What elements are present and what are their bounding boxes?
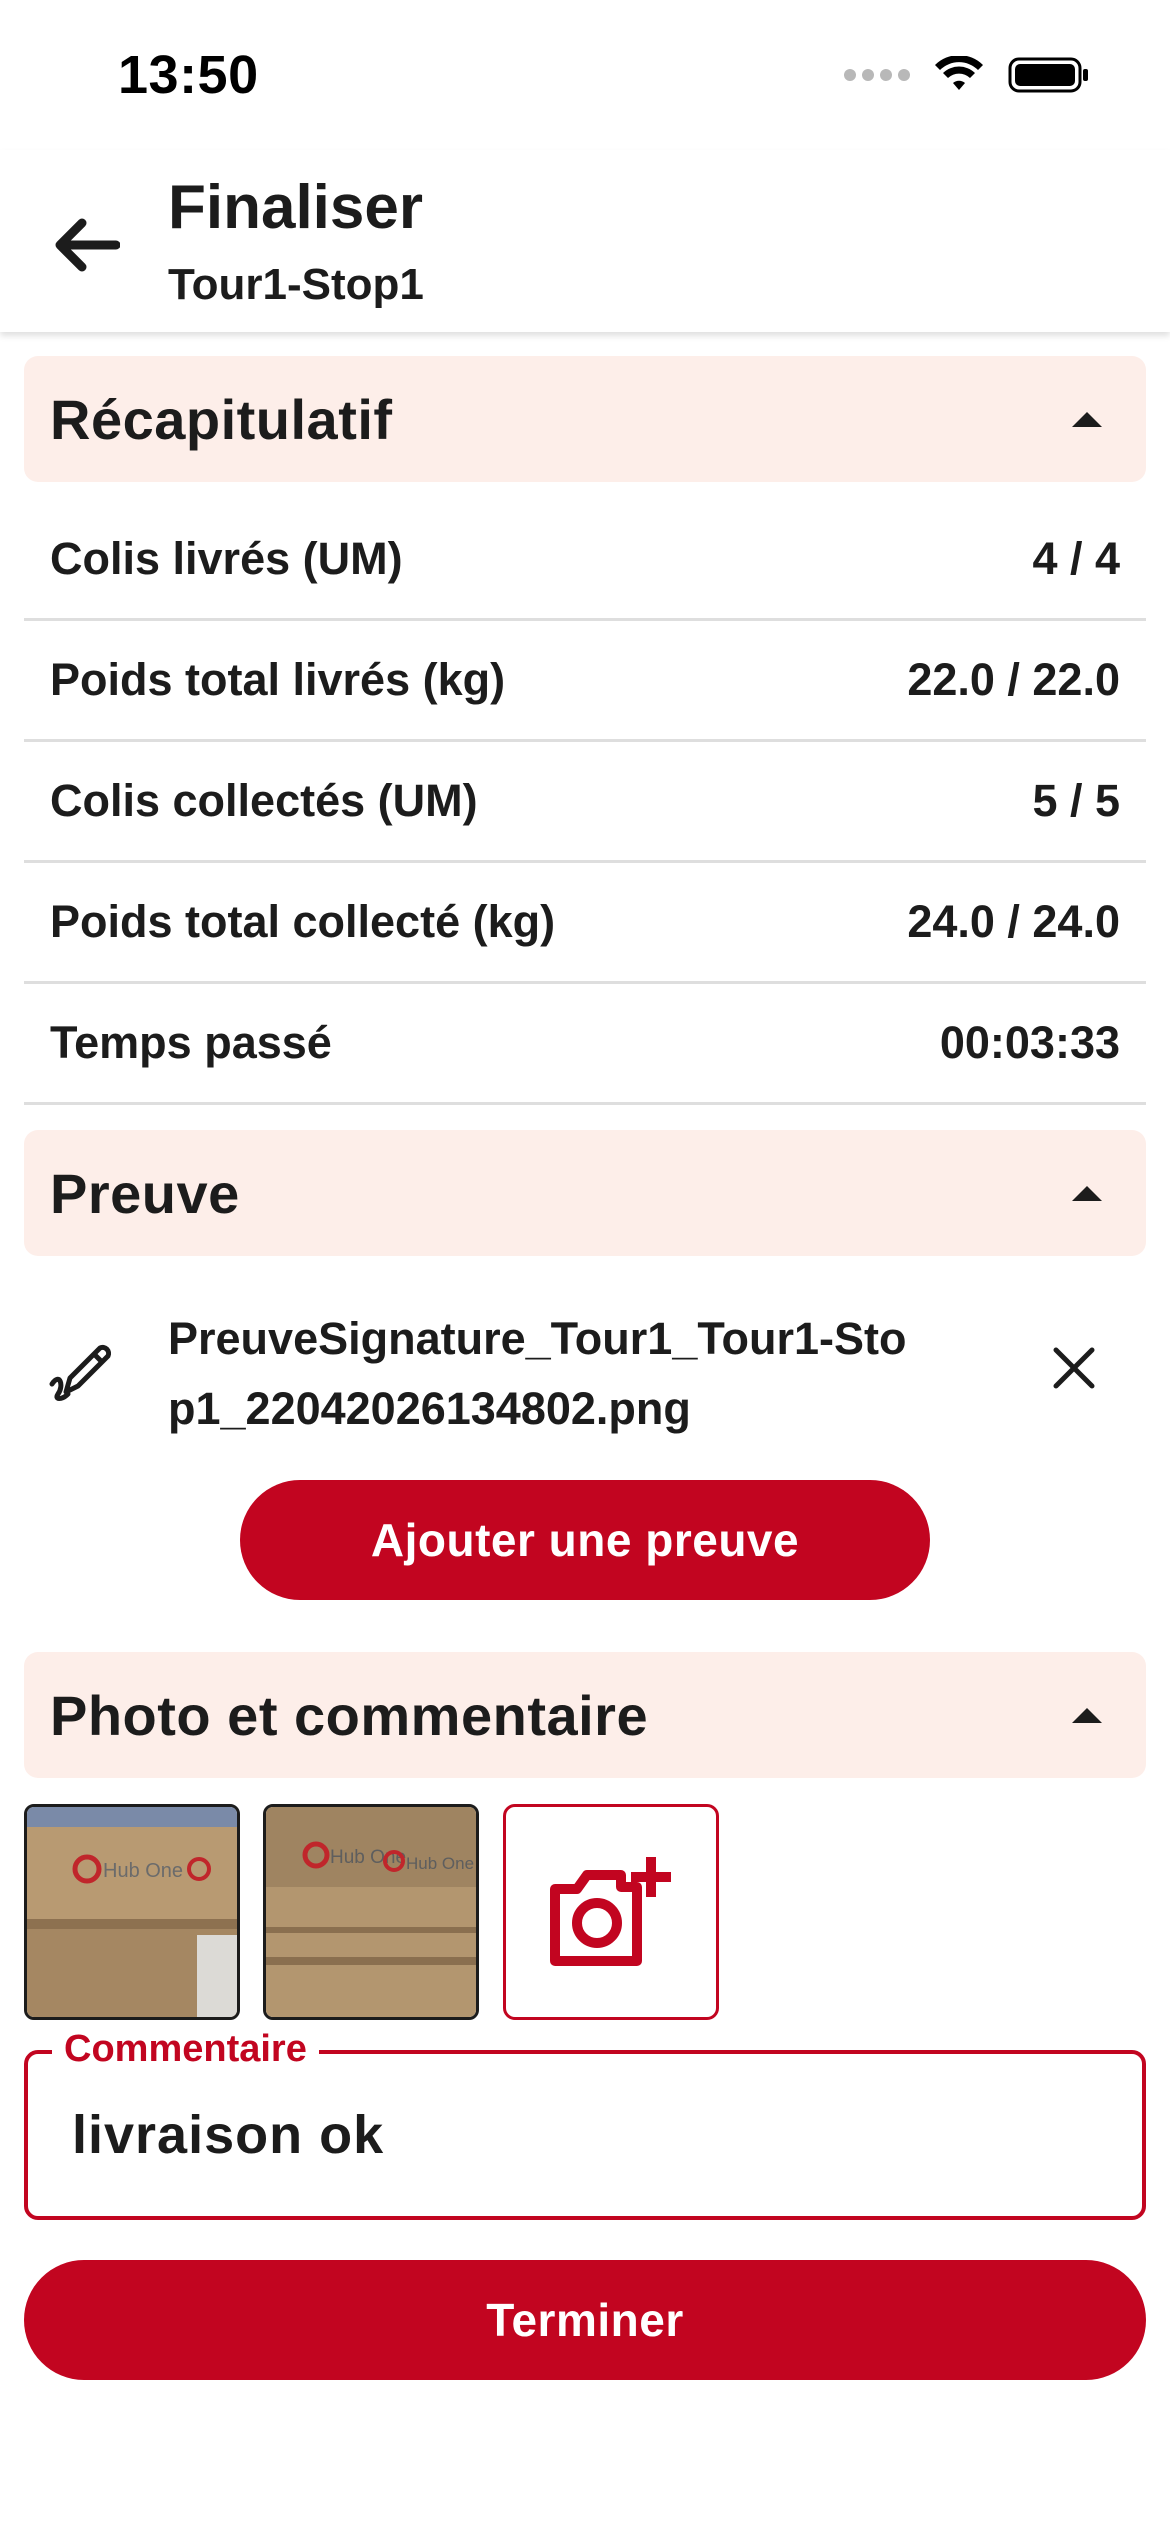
- summary-row: Colis livrés (UM) 4 / 4: [24, 500, 1146, 621]
- summary-value: 00:03:33: [939, 1017, 1120, 1068]
- photo-thumbnail[interactable]: Hub One: [24, 1804, 240, 2020]
- close-icon: [1053, 1347, 1095, 1389]
- wifi-icon: [935, 56, 983, 90]
- box-photo-image: Hub One Hub One: [266, 1807, 476, 2017]
- proof-filename: PreuveSignature_Tour1_Tour1-Stop1_220420…: [168, 1313, 907, 1434]
- comment-label: Commentaire: [52, 2028, 319, 2071]
- photo-thumbnail[interactable]: Hub One Hub One: [263, 1804, 479, 2020]
- remove-proof-button[interactable]: [1044, 1338, 1104, 1398]
- summary-row: Colis collectés (UM) 5 / 5: [24, 742, 1146, 863]
- box-photo-image: Hub One: [27, 1807, 237, 2017]
- chevron-up-icon: [1072, 1185, 1102, 1201]
- summary-label: Temps passé: [50, 1017, 332, 1068]
- finish-button[interactable]: Terminer: [24, 2260, 1146, 2380]
- summary-label: Colis livrés (UM): [50, 533, 403, 584]
- summary-label: Poids total livrés (kg): [50, 654, 506, 705]
- back-button[interactable]: [40, 200, 130, 290]
- chevron-up-icon: [1072, 1707, 1102, 1723]
- summary-value: 5 / 5: [1032, 775, 1120, 826]
- summary-value: 4 / 4: [1032, 533, 1120, 584]
- section-header-photo[interactable]: Photo et commentaire: [24, 1652, 1146, 1778]
- section-title: Récapitulatif: [50, 387, 393, 451]
- section-header-summary[interactable]: Récapitulatif: [24, 356, 1146, 482]
- chevron-up-icon: [1072, 411, 1102, 427]
- section-title: Preuve: [50, 1161, 240, 1225]
- add-photo-button[interactable]: [503, 1804, 719, 2020]
- status-icons: [844, 56, 1090, 94]
- summary-value: 22.0 / 22.0: [907, 654, 1120, 705]
- camera-add-icon: [550, 1857, 671, 1966]
- comment-input[interactable]: livraison ok: [72, 2104, 384, 2166]
- summary-row: Temps passé 00:03:33: [24, 984, 1146, 1105]
- signal-icon: [844, 69, 910, 81]
- add-proof-button[interactable]: Ajouter une preuve: [240, 1480, 930, 1600]
- page-title: Finaliser: [168, 173, 423, 242]
- summary-label: Colis collectés (UM): [50, 775, 478, 826]
- summary-row: Poids total collecté (kg) 24.0 / 24.0: [24, 863, 1146, 984]
- svg-text:Hub One: Hub One: [103, 1860, 183, 1882]
- section-header-proof[interactable]: Preuve: [24, 1130, 1146, 1256]
- proof-file-item: PreuveSignature_Tour1_Tour1-Stop1_220420…: [24, 1298, 1146, 1438]
- page-subtitle: Tour1-Stop1: [168, 260, 424, 309]
- status-bar: 13:50: [0, 0, 1170, 150]
- section-title: Photo et commentaire: [50, 1683, 649, 1747]
- summary-list: Colis livrés (UM) 4 / 4 Poids total livr…: [24, 500, 1146, 1105]
- battery-icon: [1008, 57, 1088, 93]
- comment-field[interactable]: Commentaire livraison ok: [24, 2028, 1146, 2220]
- svg-text:Hub One: Hub One: [406, 1854, 474, 1873]
- summary-label: Poids total collecté (kg): [50, 896, 556, 947]
- back-arrow-icon: [55, 218, 120, 272]
- summary-value: 24.0 / 24.0: [907, 896, 1120, 947]
- summary-row: Poids total livrés (kg) 22.0 / 22.0: [24, 621, 1146, 742]
- status-time: 13:50: [118, 45, 259, 105]
- pen-icon: [49, 1344, 112, 1401]
- app-header: Finaliser Tour1-Stop1: [0, 150, 1170, 332]
